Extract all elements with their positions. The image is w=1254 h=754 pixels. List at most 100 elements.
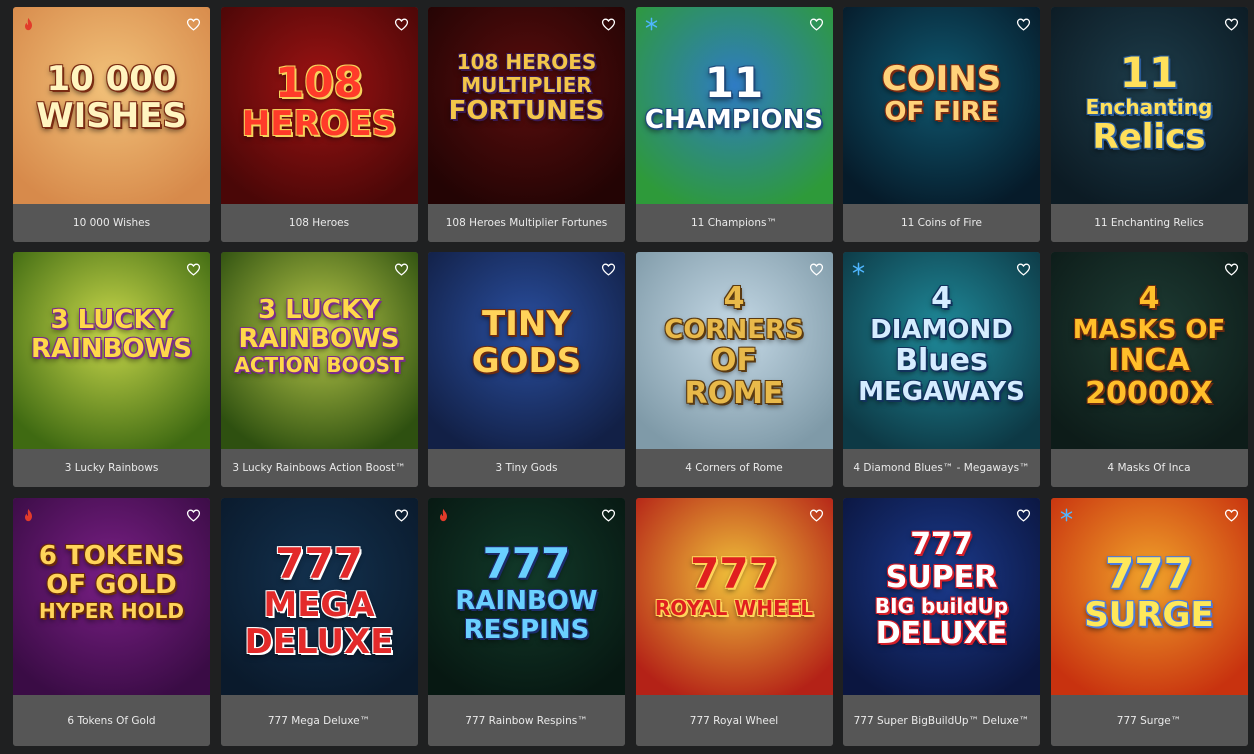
- game-card[interactable]: 777 SURGE 777 Surge™: [1050, 498, 1248, 746]
- favorite-heart-icon[interactable]: [1016, 261, 1031, 276]
- game-title-label[interactable]: 777 Rainbow Respins™: [428, 695, 625, 746]
- game-logo-text: 777: [690, 549, 778, 598]
- game-thumbnail[interactable]: 11 Enchanting Relics: [1050, 7, 1248, 204]
- favorite-heart-icon[interactable]: [809, 507, 824, 522]
- game-logo-text: Blues: [895, 343, 988, 378]
- game-thumbnail[interactable]: 3 LUCKY RAINBOWS: [13, 252, 210, 449]
- game-card[interactable]: 108 HEROES MULTIPLIER FORTUNES 108 Heroes M…: [428, 7, 625, 242]
- game-thumbnail[interactable]: 777 SURGE: [1050, 498, 1248, 695]
- game-thumbnail[interactable]: 6 TOKENS OF GOLD HYPER HOLD: [13, 498, 210, 695]
- favorite-heart-icon[interactable]: [601, 261, 616, 276]
- game-title-label[interactable]: 4 Masks Of Inca: [1050, 449, 1248, 487]
- game-logo-text: RESPINS: [463, 615, 590, 645]
- game-logo-text: 4: [931, 281, 952, 316]
- game-thumbnail[interactable]: 4 CORNERS OF ROME: [635, 252, 833, 449]
- game-card[interactable]: 6 TOKENS OF GOLD HYPER HOLD 6 Tokens Of Gol…: [13, 498, 210, 746]
- favorite-heart-icon[interactable]: [1224, 16, 1239, 31]
- favorite-heart-icon[interactable]: [394, 16, 409, 31]
- game-logo-text: 11: [704, 58, 764, 107]
- game-logo-text: 108 HEROES: [456, 50, 597, 74]
- game-title-label[interactable]: 777 Surge™: [1050, 695, 1248, 746]
- game-card[interactable]: 777 MEGA DELUXE 777 Mega Deluxe™: [220, 498, 418, 746]
- game-title-label[interactable]: 3 Lucky Rainbows: [13, 449, 210, 487]
- game-logo-text: TINY: [482, 304, 571, 344]
- game-card[interactable]: 3 LUCKY RAINBOWS ACTION BOOST 3 Lucky Rainb…: [220, 252, 418, 487]
- game-thumbnail[interactable]: TINY GODS: [428, 252, 625, 449]
- favorite-heart-icon[interactable]: [809, 261, 824, 276]
- game-card[interactable]: 4 DIAMOND Blues MEGAWAYS 4 Diamond Blues™ - …: [843, 252, 1040, 487]
- game-logo-art: COINS OF FIRE: [843, 62, 1040, 128]
- game-thumbnail[interactable]: 777 MEGA DELUXE: [220, 498, 418, 695]
- game-logo-text: ACTION BOOST: [234, 353, 404, 377]
- game-card[interactable]: 4 CORNERS OF ROME 4 Corners of Rome: [635, 252, 833, 487]
- game-title-label[interactable]: 4 Diamond Blues™ - Megaways™: [843, 449, 1040, 487]
- favorite-heart-icon[interactable]: [1016, 16, 1031, 31]
- game-logo-text: ROYAL WHEEL: [654, 596, 814, 620]
- game-logo-text: ROME: [684, 376, 784, 411]
- game-logo-text: 777: [482, 539, 571, 588]
- game-logo-text: DELUXE: [244, 622, 394, 662]
- game-title-label[interactable]: 777 Mega Deluxe™: [220, 695, 418, 746]
- game-card[interactable]: 4 MASKS OF INCA 20000X 4 Masks Of Inca: [1050, 252, 1248, 487]
- game-logo-art: 777 SUPER BIG buildUp DELUXE: [843, 530, 1040, 652]
- game-title-label[interactable]: 108 Heroes: [220, 204, 418, 242]
- game-title-label[interactable]: 3 Lucky Rainbows Action Boost™: [220, 449, 418, 487]
- game-logo-text: CORNERS: [664, 315, 804, 345]
- game-thumbnail[interactable]: 777 ROYAL WHEEL: [635, 498, 833, 695]
- favorite-heart-icon[interactable]: [394, 261, 409, 276]
- game-thumbnail[interactable]: 10 000 WISHES: [13, 7, 210, 204]
- favorite-heart-icon[interactable]: [601, 16, 616, 31]
- game-logo-text: SUPER: [885, 560, 998, 595]
- game-title-label[interactable]: 777 Royal Wheel: [635, 695, 833, 746]
- game-thumbnail[interactable]: 4 MASKS OF INCA 20000X: [1050, 252, 1248, 449]
- game-logo-text: 3 LUCKY: [258, 295, 380, 325]
- game-logo-text: RAINBOW: [455, 586, 598, 616]
- game-title-label[interactable]: 11 Champions™: [635, 204, 833, 242]
- game-thumbnail[interactable]: COINS OF FIRE: [843, 7, 1040, 204]
- game-logo-art: 777 ROYAL WHEEL: [636, 553, 833, 621]
- favorite-heart-icon[interactable]: [1016, 507, 1031, 522]
- game-logo-art: 3 LUCKY RAINBOWS ACTION BOOST: [221, 297, 418, 378]
- game-card[interactable]: 3 LUCKY RAINBOWS 3 Lucky Rainbows: [13, 252, 210, 487]
- game-thumbnail[interactable]: 108 HEROES MULTIPLIER FORTUNES: [428, 7, 625, 204]
- game-title-label[interactable]: 6 Tokens Of Gold: [13, 695, 210, 746]
- game-title-label[interactable]: 108 Heroes Multiplier Fortunes: [428, 204, 625, 242]
- game-card[interactable]: COINS OF FIRE 11 Coins of Fire: [843, 7, 1040, 242]
- game-title-label[interactable]: 777 Super BigBuildUp™ Deluxe™: [843, 695, 1040, 746]
- favorite-heart-icon[interactable]: [186, 16, 201, 31]
- favorite-heart-icon[interactable]: [394, 507, 409, 522]
- game-thumbnail[interactable]: 777 SUPER BIG buildUp DELUXE: [843, 498, 1040, 695]
- game-thumbnail[interactable]: 4 DIAMOND Blues MEGAWAYS: [843, 252, 1040, 449]
- game-thumbnail[interactable]: 3 LUCKY RAINBOWS ACTION BOOST: [220, 252, 418, 449]
- game-thumbnail[interactable]: 777 RAINBOW RESPINS: [428, 498, 625, 695]
- game-logo-text: Relics: [1092, 117, 1206, 157]
- game-thumbnail[interactable]: 11 CHAMPIONS: [635, 7, 833, 204]
- game-card[interactable]: 11 Enchanting Relics 11 Enchanting Relics: [1050, 7, 1248, 242]
- game-title-label[interactable]: 4 Corners of Rome: [635, 449, 833, 487]
- game-title-label[interactable]: 10 000 Wishes: [13, 204, 210, 242]
- favorite-heart-icon[interactable]: [601, 507, 616, 522]
- game-card[interactable]: 108 HEROES 108 Heroes: [220, 7, 418, 242]
- game-logo-text: DIAMOND: [870, 315, 1013, 345]
- game-title-label[interactable]: 11 Coins of Fire: [843, 204, 1040, 242]
- game-logo-text: SURGE: [1084, 595, 1214, 635]
- game-card[interactable]: 777 SUPER BIG buildUp DELUXE 777 Super BigBu…: [843, 498, 1040, 746]
- game-logo-text: COINS: [881, 59, 1002, 99]
- favorite-heart-icon[interactable]: [186, 507, 201, 522]
- game-title-label[interactable]: 11 Enchanting Relics: [1050, 204, 1248, 242]
- game-logo-text: INCA: [1108, 343, 1190, 378]
- game-logo-text: 4: [723, 281, 745, 316]
- game-card[interactable]: 11 CHAMPIONS 11 Champions™: [635, 7, 833, 242]
- game-thumbnail[interactable]: 108 HEROES: [220, 7, 418, 204]
- game-title-label[interactable]: 3 Tiny Gods: [428, 449, 625, 487]
- favorite-heart-icon[interactable]: [809, 16, 824, 31]
- favorite-heart-icon[interactable]: [1224, 261, 1239, 276]
- game-card[interactable]: TINY GODS 3 Tiny Gods: [428, 252, 625, 487]
- game-logo-text: 20000X: [1085, 376, 1213, 411]
- game-card[interactable]: 777 ROYAL WHEEL 777 Royal Wheel: [635, 498, 833, 746]
- favorite-heart-icon[interactable]: [186, 261, 201, 276]
- favorite-heart-icon[interactable]: [1224, 507, 1239, 522]
- game-card[interactable]: 10 000 WISHES 10 000 Wishes: [13, 7, 210, 242]
- game-logo-text: RAINBOWS: [31, 334, 192, 364]
- game-card[interactable]: 777 RAINBOW RESPINS 777 Rainbow Respins™: [428, 498, 625, 746]
